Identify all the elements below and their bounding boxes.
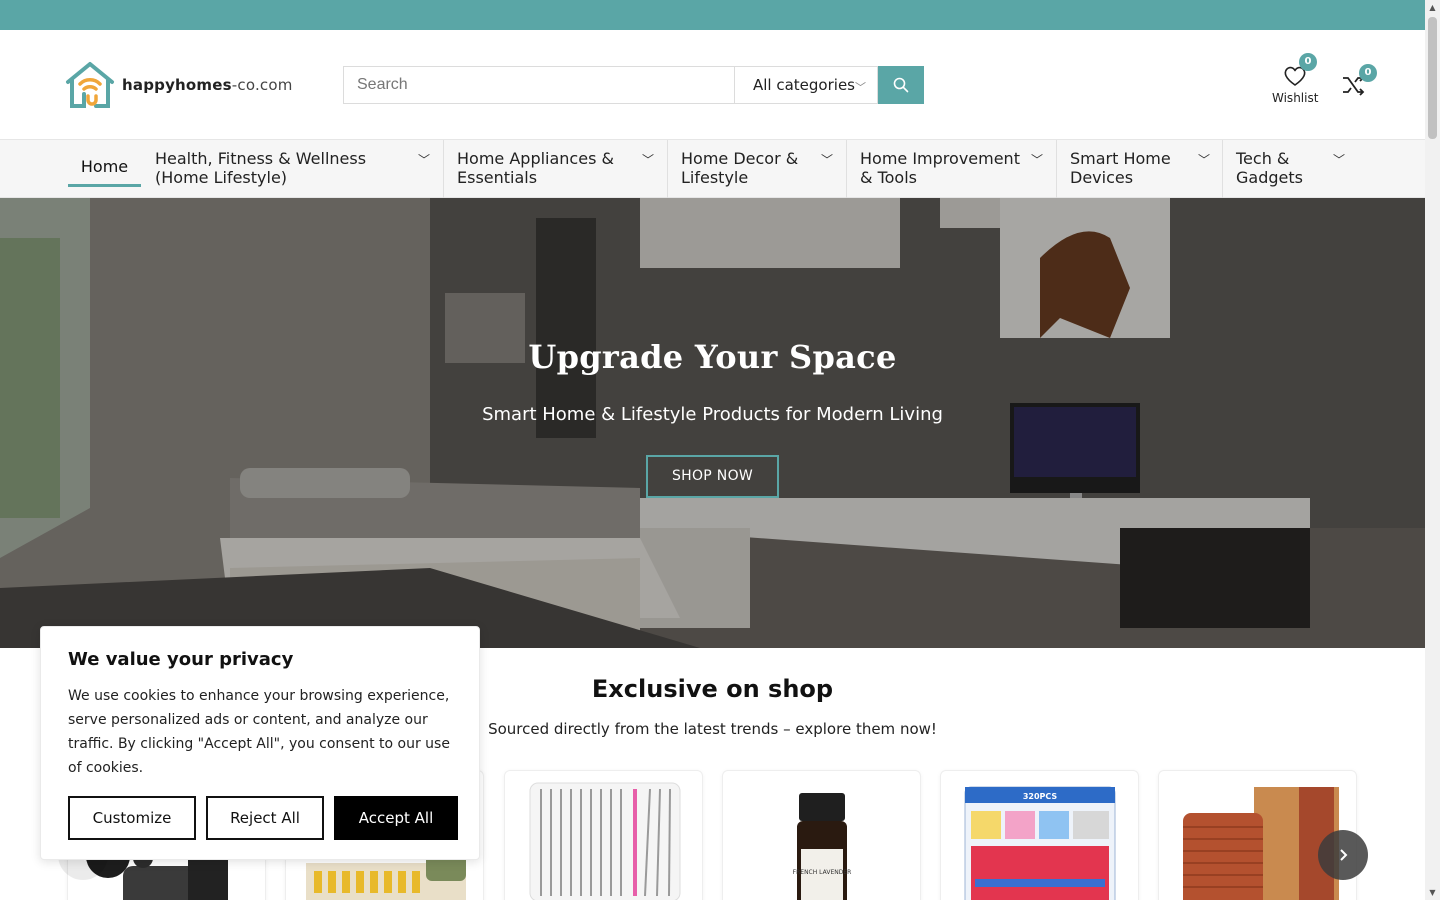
shop-now-button[interactable]: SHOP NOW <box>646 455 779 498</box>
chevron-down-icon: ﹀ <box>642 153 655 167</box>
nav-item-home-decor[interactable]: Home Decor & Lifestyle ﹀ <box>668 140 847 198</box>
carousel-next-button[interactable] <box>1318 830 1368 880</box>
hero-banner: Upgrade Your Space Smart Home & Lifestyl… <box>0 198 1425 648</box>
connector-kit-product-image: 320PCS <box>964 786 1116 900</box>
accept-all-button[interactable]: Accept All <box>334 796 458 840</box>
main-navigation: Home Health, Fitness & Wellness (Home Li… <box>0 139 1425 198</box>
logo-suffix: -co.com <box>231 76 293 94</box>
logo-text: happyhomes-co.com <box>122 76 293 94</box>
reject-all-button[interactable]: Reject All <box>206 796 324 840</box>
product-card[interactable] <box>504 770 703 900</box>
chevron-down-icon: ﹀ <box>418 153 431 167</box>
scrollbar-thumb[interactable] <box>1428 17 1437 139</box>
search-input[interactable] <box>343 66 734 104</box>
hero-title: Upgrade Your Space <box>528 338 897 376</box>
kit-label-text: 320PCS <box>1023 792 1058 801</box>
wishlist-link[interactable]: Wishlist 0 <box>1272 53 1319 105</box>
nav-item-home-appliances[interactable]: Home Appliances & Essentials ﹀ <box>444 140 668 198</box>
nav-item-home-improvement[interactable]: Home Improvement & Tools ﹀ <box>847 140 1057 198</box>
product-card[interactable]: 320PCS <box>940 770 1139 900</box>
compare-link[interactable]: 0 <box>1340 64 1377 100</box>
compare-count-badge: 0 <box>1359 64 1377 82</box>
chevron-down-icon: ﹀ <box>1031 153 1044 167</box>
scroll-up-icon[interactable]: ▲ <box>1425 0 1440 15</box>
hero-subtitle: Smart Home & Lifestyle Products for Mode… <box>482 404 943 425</box>
house-logo-icon <box>66 62 114 108</box>
top-announcement-bar <box>0 0 1425 30</box>
chevron-down-icon: ﹀ <box>1333 153 1346 167</box>
site-header: happyhomes-co.com All categories ﹀ Wishl… <box>0 30 1425 139</box>
nav-item-label: Home Improvement & Tools <box>860 149 1020 187</box>
chevron-down-icon: ﹀ <box>821 153 834 167</box>
product-card[interactable]: FRENCH LAVENDER <box>722 770 921 900</box>
oil-label-text: FRENCH LAVENDER <box>793 869 852 876</box>
category-select-value: All categories <box>753 76 855 94</box>
site-logo[interactable]: happyhomes-co.com <box>64 60 293 110</box>
cookie-body: We use cookies to enhance your browsing … <box>68 688 450 776</box>
nav-item-label: Health, Fitness & Wellness (Home Lifesty… <box>155 149 367 187</box>
chevron-right-icon <box>1340 849 1348 861</box>
cookie-consent-dialog: We value your privacy We use cookies to … <box>40 626 480 860</box>
wishlist-count-badge: 0 <box>1299 53 1317 71</box>
nav-item-tech-gadgets[interactable]: Tech & Gadgets ﹀ <box>1223 140 1353 198</box>
cookie-title: We value your privacy <box>68 649 294 670</box>
stainless-tools-product-image <box>529 782 681 900</box>
nav-item-smart-home[interactable]: Smart Home Devices ﹀ <box>1057 140 1223 198</box>
nav-item-label: Home Decor & Lifestyle <box>681 149 799 187</box>
customize-button[interactable]: Customize <box>68 796 196 840</box>
chevron-down-icon: ﹀ <box>1198 153 1211 167</box>
nav-item-label: Smart Home Devices <box>1070 149 1171 187</box>
lavender-oil-product-image: FRENCH LAVENDER <box>793 793 852 900</box>
wishlist-label: Wishlist <box>1272 91 1319 105</box>
nav-item-label: Home Appliances & Essentials <box>457 149 614 187</box>
logo-name: happyhomes <box>122 76 232 94</box>
search-icon <box>893 77 909 93</box>
search-bar: All categories ﹀ <box>343 66 924 104</box>
category-select[interactable]: All categories ﹀ <box>734 66 878 104</box>
page-scrollbar[interactable]: ▲ ▼ <box>1425 0 1440 900</box>
scroll-down-icon[interactable]: ▼ <box>1425 885 1440 900</box>
chevron-down-icon: ﹀ <box>855 81 866 94</box>
search-button[interactable] <box>878 66 924 104</box>
nav-item-home[interactable]: Home <box>68 157 141 187</box>
nav-item-health-fitness[interactable]: Health, Fitness & Wellness (Home Lifesty… <box>142 140 444 198</box>
nav-item-label: Tech & Gadgets <box>1236 149 1303 187</box>
